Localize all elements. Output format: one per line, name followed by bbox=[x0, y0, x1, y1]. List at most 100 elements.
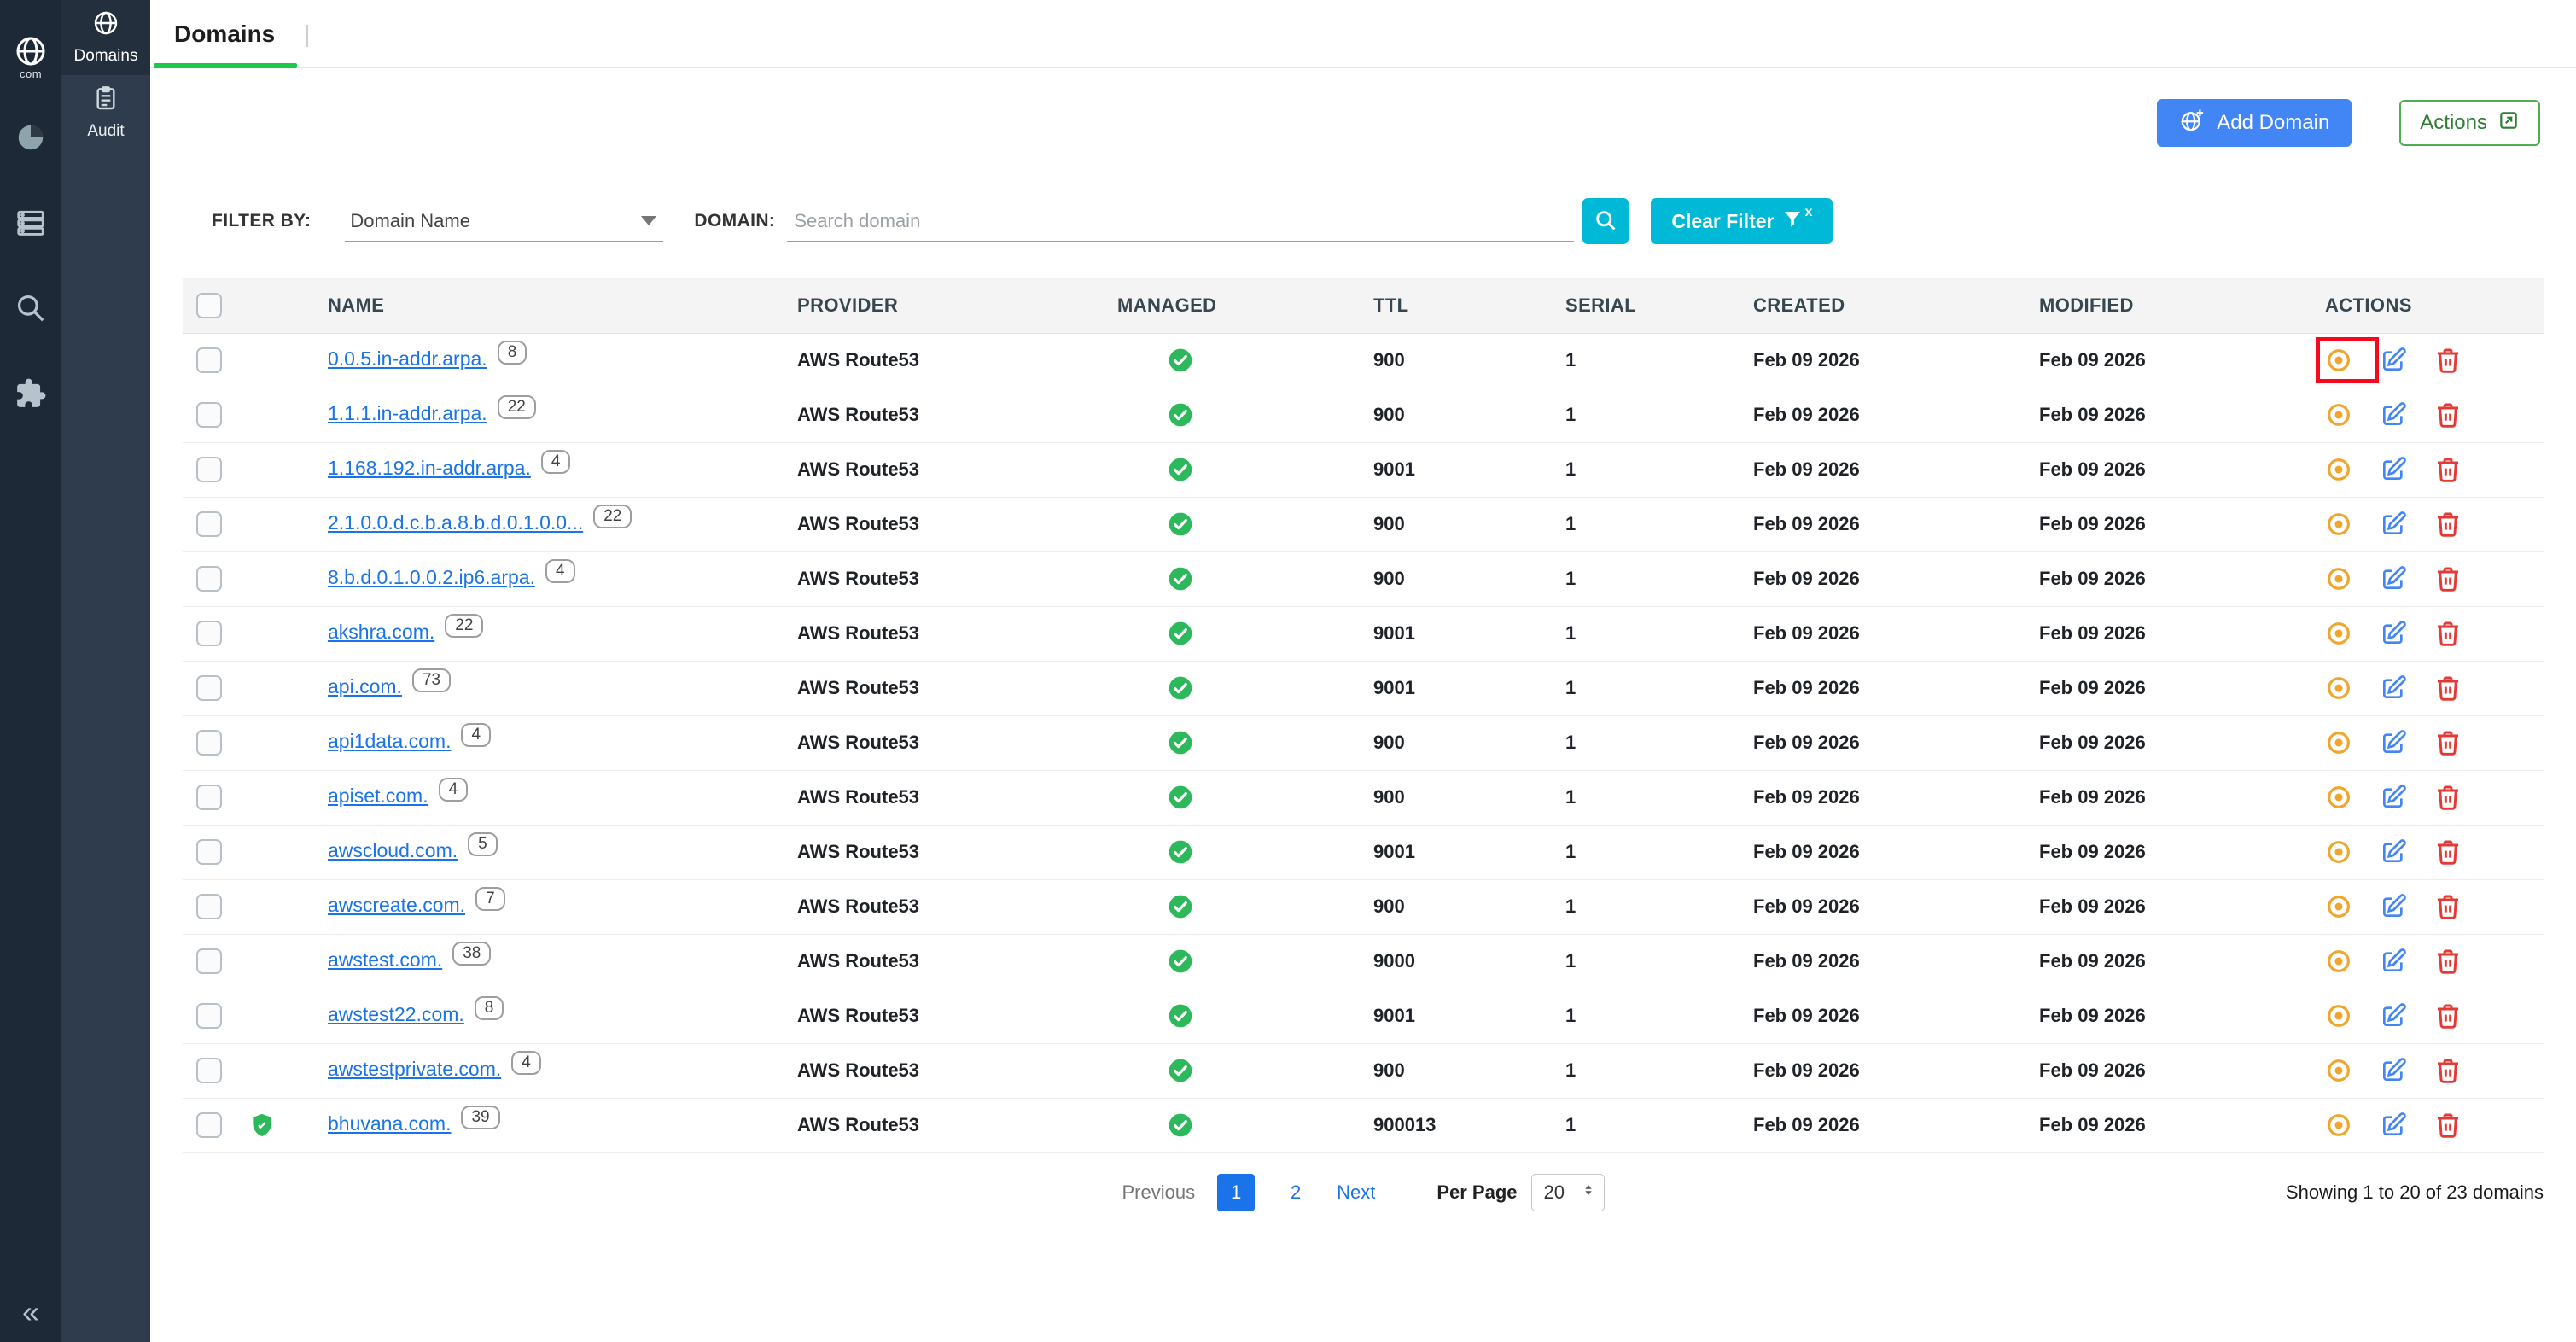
dns-search-icon[interactable] bbox=[15, 292, 47, 324]
record-history-icon[interactable] bbox=[2325, 456, 2352, 483]
globe-plus-icon bbox=[2179, 108, 2205, 139]
domain-link[interactable]: api.com. bbox=[328, 675, 402, 697]
record-history-icon[interactable] bbox=[2325, 729, 2352, 756]
pagination-page-1[interactable]: 1 bbox=[1217, 1174, 1255, 1211]
row-checkbox[interactable] bbox=[196, 566, 222, 592]
domain-link[interactable]: 0.0.5.in-addr.arpa. bbox=[328, 347, 487, 370]
per-page-select[interactable]: 20 bbox=[1531, 1174, 1605, 1211]
delete-icon[interactable] bbox=[2434, 1112, 2462, 1139]
domain-search-input[interactable] bbox=[787, 201, 1574, 242]
record-history-icon[interactable] bbox=[2325, 620, 2352, 647]
pagination-next[interactable]: Next bbox=[1337, 1182, 1375, 1204]
domain-link[interactable]: 2.1.0.0.d.c.b.a.8.b.d.0.1.0.0... bbox=[328, 511, 583, 534]
delete-icon[interactable] bbox=[2434, 347, 2462, 374]
record-history-icon[interactable] bbox=[2325, 401, 2352, 429]
row-checkbox[interactable] bbox=[196, 511, 222, 537]
domain-link[interactable]: awscloud.com. bbox=[328, 839, 458, 861]
edit-icon[interactable] bbox=[2380, 401, 2407, 429]
delete-icon[interactable] bbox=[2434, 729, 2462, 756]
sidebar-collapse-chevron[interactable]: « bbox=[0, 1294, 61, 1330]
delete-icon[interactable] bbox=[2434, 674, 2462, 702]
record-history-icon[interactable] bbox=[2325, 1002, 2352, 1030]
row-checkbox[interactable] bbox=[196, 948, 222, 974]
row-checkbox[interactable] bbox=[196, 730, 222, 756]
pagination-page-2[interactable]: 2 bbox=[1277, 1174, 1314, 1211]
search-button[interactable] bbox=[1582, 198, 1629, 244]
edit-icon[interactable] bbox=[2380, 620, 2407, 647]
domain-link[interactable]: awstest.com. bbox=[328, 948, 442, 971]
record-history-icon[interactable] bbox=[2325, 674, 2352, 702]
edit-icon[interactable] bbox=[2380, 838, 2407, 866]
row-checkbox[interactable] bbox=[196, 675, 222, 701]
row-checkbox[interactable] bbox=[196, 1058, 222, 1083]
sidebar-item-domains[interactable]: Domains bbox=[61, 0, 150, 75]
row-checkbox[interactable] bbox=[196, 1112, 222, 1138]
col-header-managed: MANAGED bbox=[1100, 278, 1356, 333]
edit-icon[interactable] bbox=[2380, 674, 2407, 702]
extensions-puzzle-icon[interactable] bbox=[15, 377, 47, 410]
pagination-previous[interactable]: Previous bbox=[1122, 1182, 1195, 1204]
row-checkbox[interactable] bbox=[196, 1003, 222, 1029]
dashboard-pie-icon[interactable] bbox=[15, 121, 47, 154]
record-list-icon[interactable] bbox=[15, 207, 47, 239]
domain-link[interactable]: 1.168.192.in-addr.arpa. bbox=[328, 457, 531, 479]
record-history-icon[interactable] bbox=[2325, 1112, 2352, 1139]
edit-icon[interactable] bbox=[2380, 784, 2407, 811]
domain-link[interactable]: 8.b.d.0.1.0.0.2.ip6.arpa. bbox=[328, 566, 535, 588]
row-checkbox[interactable] bbox=[196, 347, 222, 373]
delete-icon[interactable] bbox=[2434, 893, 2462, 920]
delete-icon[interactable] bbox=[2434, 1057, 2462, 1084]
domain-label: DOMAIN: bbox=[694, 211, 775, 231]
row-checkbox[interactable] bbox=[196, 839, 222, 865]
delete-icon[interactable] bbox=[2434, 838, 2462, 866]
ttl-cell: 900 bbox=[1356, 388, 1548, 442]
delete-icon[interactable] bbox=[2434, 948, 2462, 975]
delete-icon[interactable] bbox=[2434, 456, 2462, 483]
edit-icon[interactable] bbox=[2380, 1112, 2407, 1139]
clear-filter-button[interactable]: Clear Filter x bbox=[1651, 198, 1833, 244]
edit-icon[interactable] bbox=[2380, 565, 2407, 592]
domain-link[interactable]: awscreate.com. bbox=[328, 894, 465, 916]
sidebar-item-audit[interactable]: Audit bbox=[61, 75, 150, 150]
actions-button[interactable]: Actions bbox=[2399, 100, 2540, 146]
record-history-icon[interactable] bbox=[2325, 511, 2352, 538]
edit-icon[interactable] bbox=[2380, 1002, 2407, 1030]
domain-link[interactable]: awstest22.com. bbox=[328, 1003, 464, 1025]
record-history-icon[interactable] bbox=[2325, 838, 2352, 866]
record-history-icon[interactable] bbox=[2325, 893, 2352, 920]
domain-link[interactable]: bhuvana.com. bbox=[328, 1112, 451, 1135]
edit-icon[interactable] bbox=[2380, 511, 2407, 538]
domain-link[interactable]: akshra.com. bbox=[328, 621, 434, 643]
dns-com-logo[interactable]: com bbox=[14, 34, 48, 80]
row-checkbox[interactable] bbox=[196, 402, 222, 428]
edit-icon[interactable] bbox=[2380, 1057, 2407, 1084]
record-history-icon[interactable] bbox=[2325, 948, 2352, 975]
delete-icon[interactable] bbox=[2434, 511, 2462, 538]
domain-link[interactable]: awstestprivate.com. bbox=[328, 1058, 501, 1080]
domain-link[interactable]: 1.1.1.in-addr.arpa. bbox=[328, 402, 487, 424]
domain-link[interactable]: api1data.com. bbox=[328, 730, 451, 752]
record-history-icon[interactable] bbox=[2325, 1057, 2352, 1084]
tab-domains[interactable]: Domains bbox=[152, 0, 299, 68]
row-checkbox[interactable] bbox=[196, 785, 222, 810]
delete-icon[interactable] bbox=[2434, 1002, 2462, 1030]
record-history-icon[interactable] bbox=[2325, 347, 2352, 374]
domain-link[interactable]: apiset.com. bbox=[328, 785, 428, 807]
delete-icon[interactable] bbox=[2434, 784, 2462, 811]
record-history-icon[interactable] bbox=[2325, 565, 2352, 592]
edit-icon[interactable] bbox=[2380, 948, 2407, 975]
edit-icon[interactable] bbox=[2380, 729, 2407, 756]
edit-icon[interactable] bbox=[2380, 456, 2407, 483]
select-all-checkbox[interactable] bbox=[196, 293, 222, 318]
record-history-icon[interactable] bbox=[2325, 784, 2352, 811]
filter-by-select[interactable]: Domain Name bbox=[345, 201, 663, 242]
add-domain-button[interactable]: Add Domain bbox=[2157, 99, 2352, 147]
row-checkbox[interactable] bbox=[196, 894, 222, 919]
edit-icon[interactable] bbox=[2380, 893, 2407, 920]
delete-icon[interactable] bbox=[2434, 620, 2462, 647]
edit-icon[interactable] bbox=[2380, 347, 2407, 374]
delete-icon[interactable] bbox=[2434, 565, 2462, 592]
row-checkbox[interactable] bbox=[196, 621, 222, 646]
delete-icon[interactable] bbox=[2434, 401, 2462, 429]
row-checkbox[interactable] bbox=[196, 457, 222, 482]
